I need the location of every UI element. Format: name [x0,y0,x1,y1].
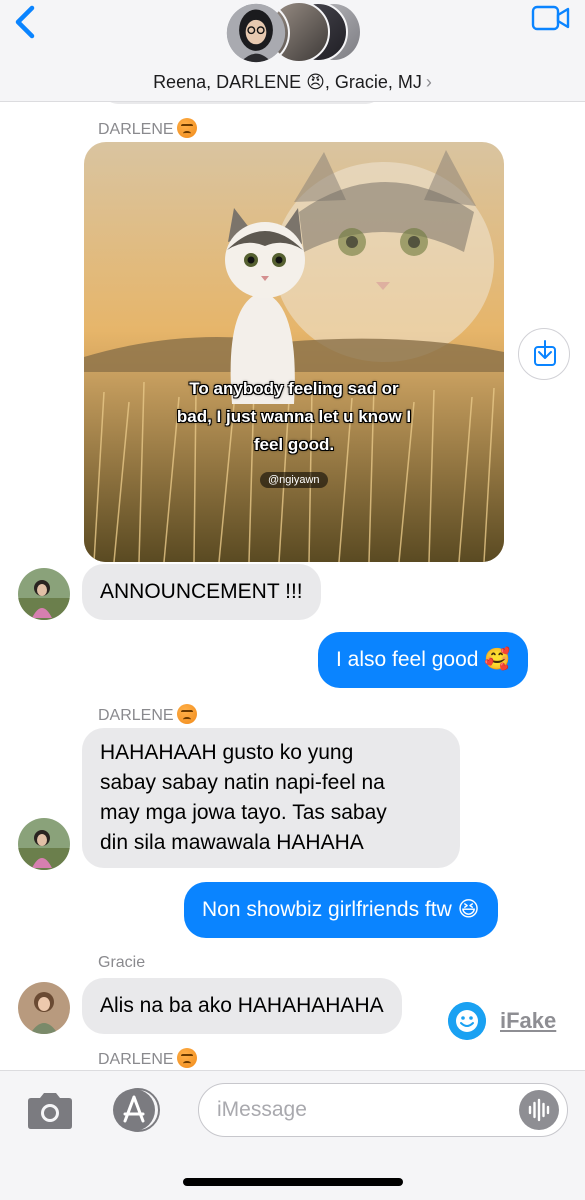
image-watermark: @ngiyawn [260,472,328,488]
image-caption-line-1: To anybody feeling sad or [189,379,399,398]
previous-bubble-edge [102,102,382,104]
message-input[interactable] [217,1094,497,1126]
message-long-line-1: HAHAHAAH gusto ko yung [100,741,354,764]
message-long[interactable]: HAHAHAAH gusto ko yung sabay sabay natin… [82,728,460,868]
compose-bar [0,1070,585,1200]
cat-meme-image [84,142,504,562]
app-store-icon[interactable] [108,1087,166,1133]
message-outgoing-1[interactable]: I also feel good 🥰 [318,632,529,688]
angry-face-icon [176,1048,197,1068]
sender-name-darlene-3: DARLENE [98,1048,197,1069]
message-outgoing-2[interactable]: Non showbiz girlfriends ftw 😆 [184,882,498,938]
audio-message-button[interactable] [519,1090,559,1130]
audio-waveform-icon [528,1098,550,1122]
group-name-text: Reena, DARLENE 😠, Gracie, MJ [153,72,422,92]
download-icon [534,340,556,366]
sender-label: DARLENE [98,1051,174,1068]
smiley-icon [448,1002,486,1040]
angry-face-icon [176,118,197,138]
conversation-header: Reena, DARLENE 😠, Gracie, MJ › [0,0,585,102]
angry-face-icon [176,704,197,724]
sender-name-darlene: DARLENE [98,118,197,139]
video-camera-icon[interactable] [531,4,571,32]
message-gracie[interactable]: Alis na ba ako HAHAHAHAHA [82,978,402,1034]
image-message[interactable]: To anybody feeling sad or bad, I just wa… [84,142,504,562]
sender-avatar-darlene[interactable] [18,568,70,620]
group-name-button[interactable]: Reena, DARLENE 😠, Gracie, MJ › [0,72,585,93]
group-avatar-stack[interactable] [222,0,362,66]
message-long-line-3: may mga jowa tayo. Tas sabay [100,801,387,824]
sender-label: DARLENE [98,707,174,724]
message-field[interactable] [198,1083,568,1137]
message-announcement[interactable]: ANNOUNCEMENT !!! [82,564,321,620]
image-caption-line-2: bad, I just wanna let u know I [176,407,412,426]
sender-avatar-darlene-2[interactable] [18,818,70,870]
message-thread[interactable]: DARLENE To anybody feeling sad or bad, I… [0,102,585,1070]
image-caption-line-3: feel good. [253,435,335,454]
save-image-button[interactable] [518,328,570,380]
sender-name-gracie: Gracie [98,954,146,971]
sender-avatar-gracie[interactable] [18,982,70,1034]
home-indicator[interactable] [183,1178,403,1186]
message-long-line-4: din sila mawawala HAHAHA [100,831,364,854]
message-long-line-2: sabay sabay natin napi-feel na [100,771,385,794]
chevron-right-icon: › [425,72,432,92]
sender-label: DARLENE [98,121,174,138]
ifake-label: iFake [500,1008,557,1033]
chevron-left-icon[interactable] [10,2,44,42]
camera-icon[interactable] [24,1091,76,1131]
group-avatar-1 [222,0,290,66]
sender-name-darlene-2: DARLENE [98,704,197,725]
